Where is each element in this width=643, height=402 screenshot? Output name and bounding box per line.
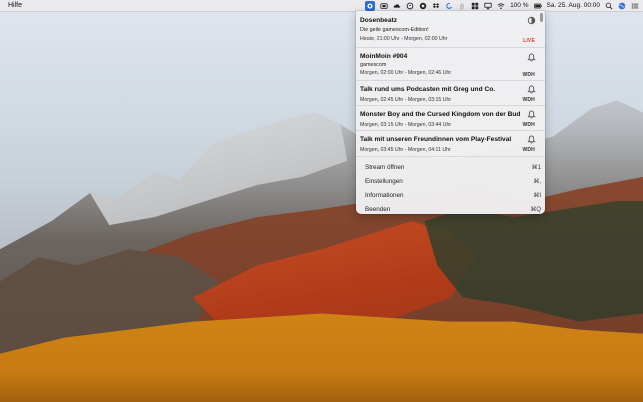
search-icon[interactable] <box>605 2 613 10</box>
schedule-item[interactable]: MoinMoin #904 gamescom Morgen, 02:00 Uhr… <box>356 48 545 81</box>
show-title: MoinMoin #904 <box>360 53 408 60</box>
cloudsync-icon[interactable] <box>445 2 453 10</box>
menu-help[interactable]: Hilfe <box>0 2 22 9</box>
battery-percent[interactable]: 100 % <box>510 2 528 9</box>
rerun-badge: WDH <box>522 97 535 103</box>
half-moon-icon[interactable] <box>527 16 536 25</box>
live-badge: LIVE <box>523 38 535 44</box>
menu-item-label: Beenden <box>365 206 391 213</box>
bell-icon[interactable] <box>527 85 536 94</box>
menu-item-info[interactable]: Informationen ⌘I <box>356 189 545 202</box>
show-time: Heute, 21:00 Uhr - Morgen, 02:00 Uhr <box>360 36 448 42</box>
clock[interactable]: Sa. 25. Aug. 00:00 <box>547 2 601 9</box>
menu-item-shortcut: ⌘1 <box>531 165 541 171</box>
show-time: Morgen, 03:15 Uhr - Morgen, 03:44 Uhr <box>360 122 452 128</box>
show-description: Die geile gamescom-Edition! <box>360 27 429 33</box>
menu-item-settings[interactable]: Einstellungen ⌘, <box>356 175 545 188</box>
bell-icon[interactable] <box>527 53 536 62</box>
cloud-icon[interactable] <box>393 2 401 10</box>
bell-icon[interactable] <box>527 135 536 144</box>
bell-icon[interactable] <box>527 110 536 119</box>
schedule-item[interactable]: Monster Boy and the Cursed Kingdom von d… <box>356 106 545 131</box>
menu-bar: Hilfe 100 % Sa. 25. Aug. 00:00 <box>0 0 643 12</box>
rerun-badge: WDH <box>522 72 535 78</box>
show-time: Morgen, 03:45 Uhr - Morgen, 04:11 Uhr <box>360 147 451 153</box>
grid-icon[interactable] <box>471 2 479 10</box>
dropbox-icon[interactable] <box>432 2 440 10</box>
show-time: Morgen, 02:00 Uhr - Morgen, 02:46 Uhr <box>360 70 452 76</box>
menu-item-shortcut: ⌘I <box>533 193 541 199</box>
rerun-badge: WDH <box>522 122 535 128</box>
list-icon[interactable] <box>631 2 639 10</box>
menu-item-label: Stream öffnen <box>365 164 405 171</box>
show-time: Morgen, 02:45 Uhr - Morgen, 03:15 Uhr <box>360 97 452 103</box>
hand-icon[interactable] <box>458 2 466 10</box>
radio-icon[interactable] <box>365 0 376 11</box>
status-area: 100 % Sa. 25. Aug. 00:00 <box>365 0 639 11</box>
rerun-badge: WDH <box>522 147 535 153</box>
record-icon[interactable] <box>419 2 427 10</box>
wifi-icon[interactable] <box>497 2 505 10</box>
siri-icon[interactable] <box>618 2 626 10</box>
show-title: Talk mit unseren Freundinnen vom Play-Fe… <box>360 136 512 143</box>
circle-icon[interactable] <box>406 2 414 10</box>
battery-icon[interactable] <box>533 2 542 10</box>
show-title: Talk rund ums Podcasten mit Greg und Co. <box>360 86 496 93</box>
schedule-item[interactable]: Talk rund ums Podcasten mit Greg und Co.… <box>356 81 545 106</box>
menu-item-label: Einstellungen <box>365 178 403 185</box>
app-icon[interactable] <box>380 2 388 10</box>
menu-item-quit[interactable]: Beenden ⌘Q <box>356 203 545 214</box>
menu-item-shortcut: ⌘, <box>533 179 541 185</box>
menu-item-shortcut: ⌘Q <box>530 207 541 213</box>
show-title: Monster Boy and the Cursed Kingdom von d… <box>360 111 521 118</box>
menu-item-label: Informationen <box>365 192 404 199</box>
schedule-dropdown-panel: Dosenbeatz Die geile gamescom-Edition! H… <box>356 11 545 214</box>
airplay-icon[interactable] <box>484 2 492 10</box>
schedule-item[interactable]: Dosenbeatz Die geile gamescom-Edition! H… <box>356 11 545 48</box>
desktop-wallpaper <box>0 0 643 402</box>
menu-item-open-stream[interactable]: Stream öffnen ⌘1 <box>356 161 545 174</box>
schedule-item[interactable]: Talk mit unseren Freundinnen vom Play-Fe… <box>356 131 545 157</box>
wallpaper-meadow-shadow <box>0 372 643 402</box>
show-description: gamescom <box>360 62 387 68</box>
show-title: Dosenbeatz <box>360 17 398 24</box>
